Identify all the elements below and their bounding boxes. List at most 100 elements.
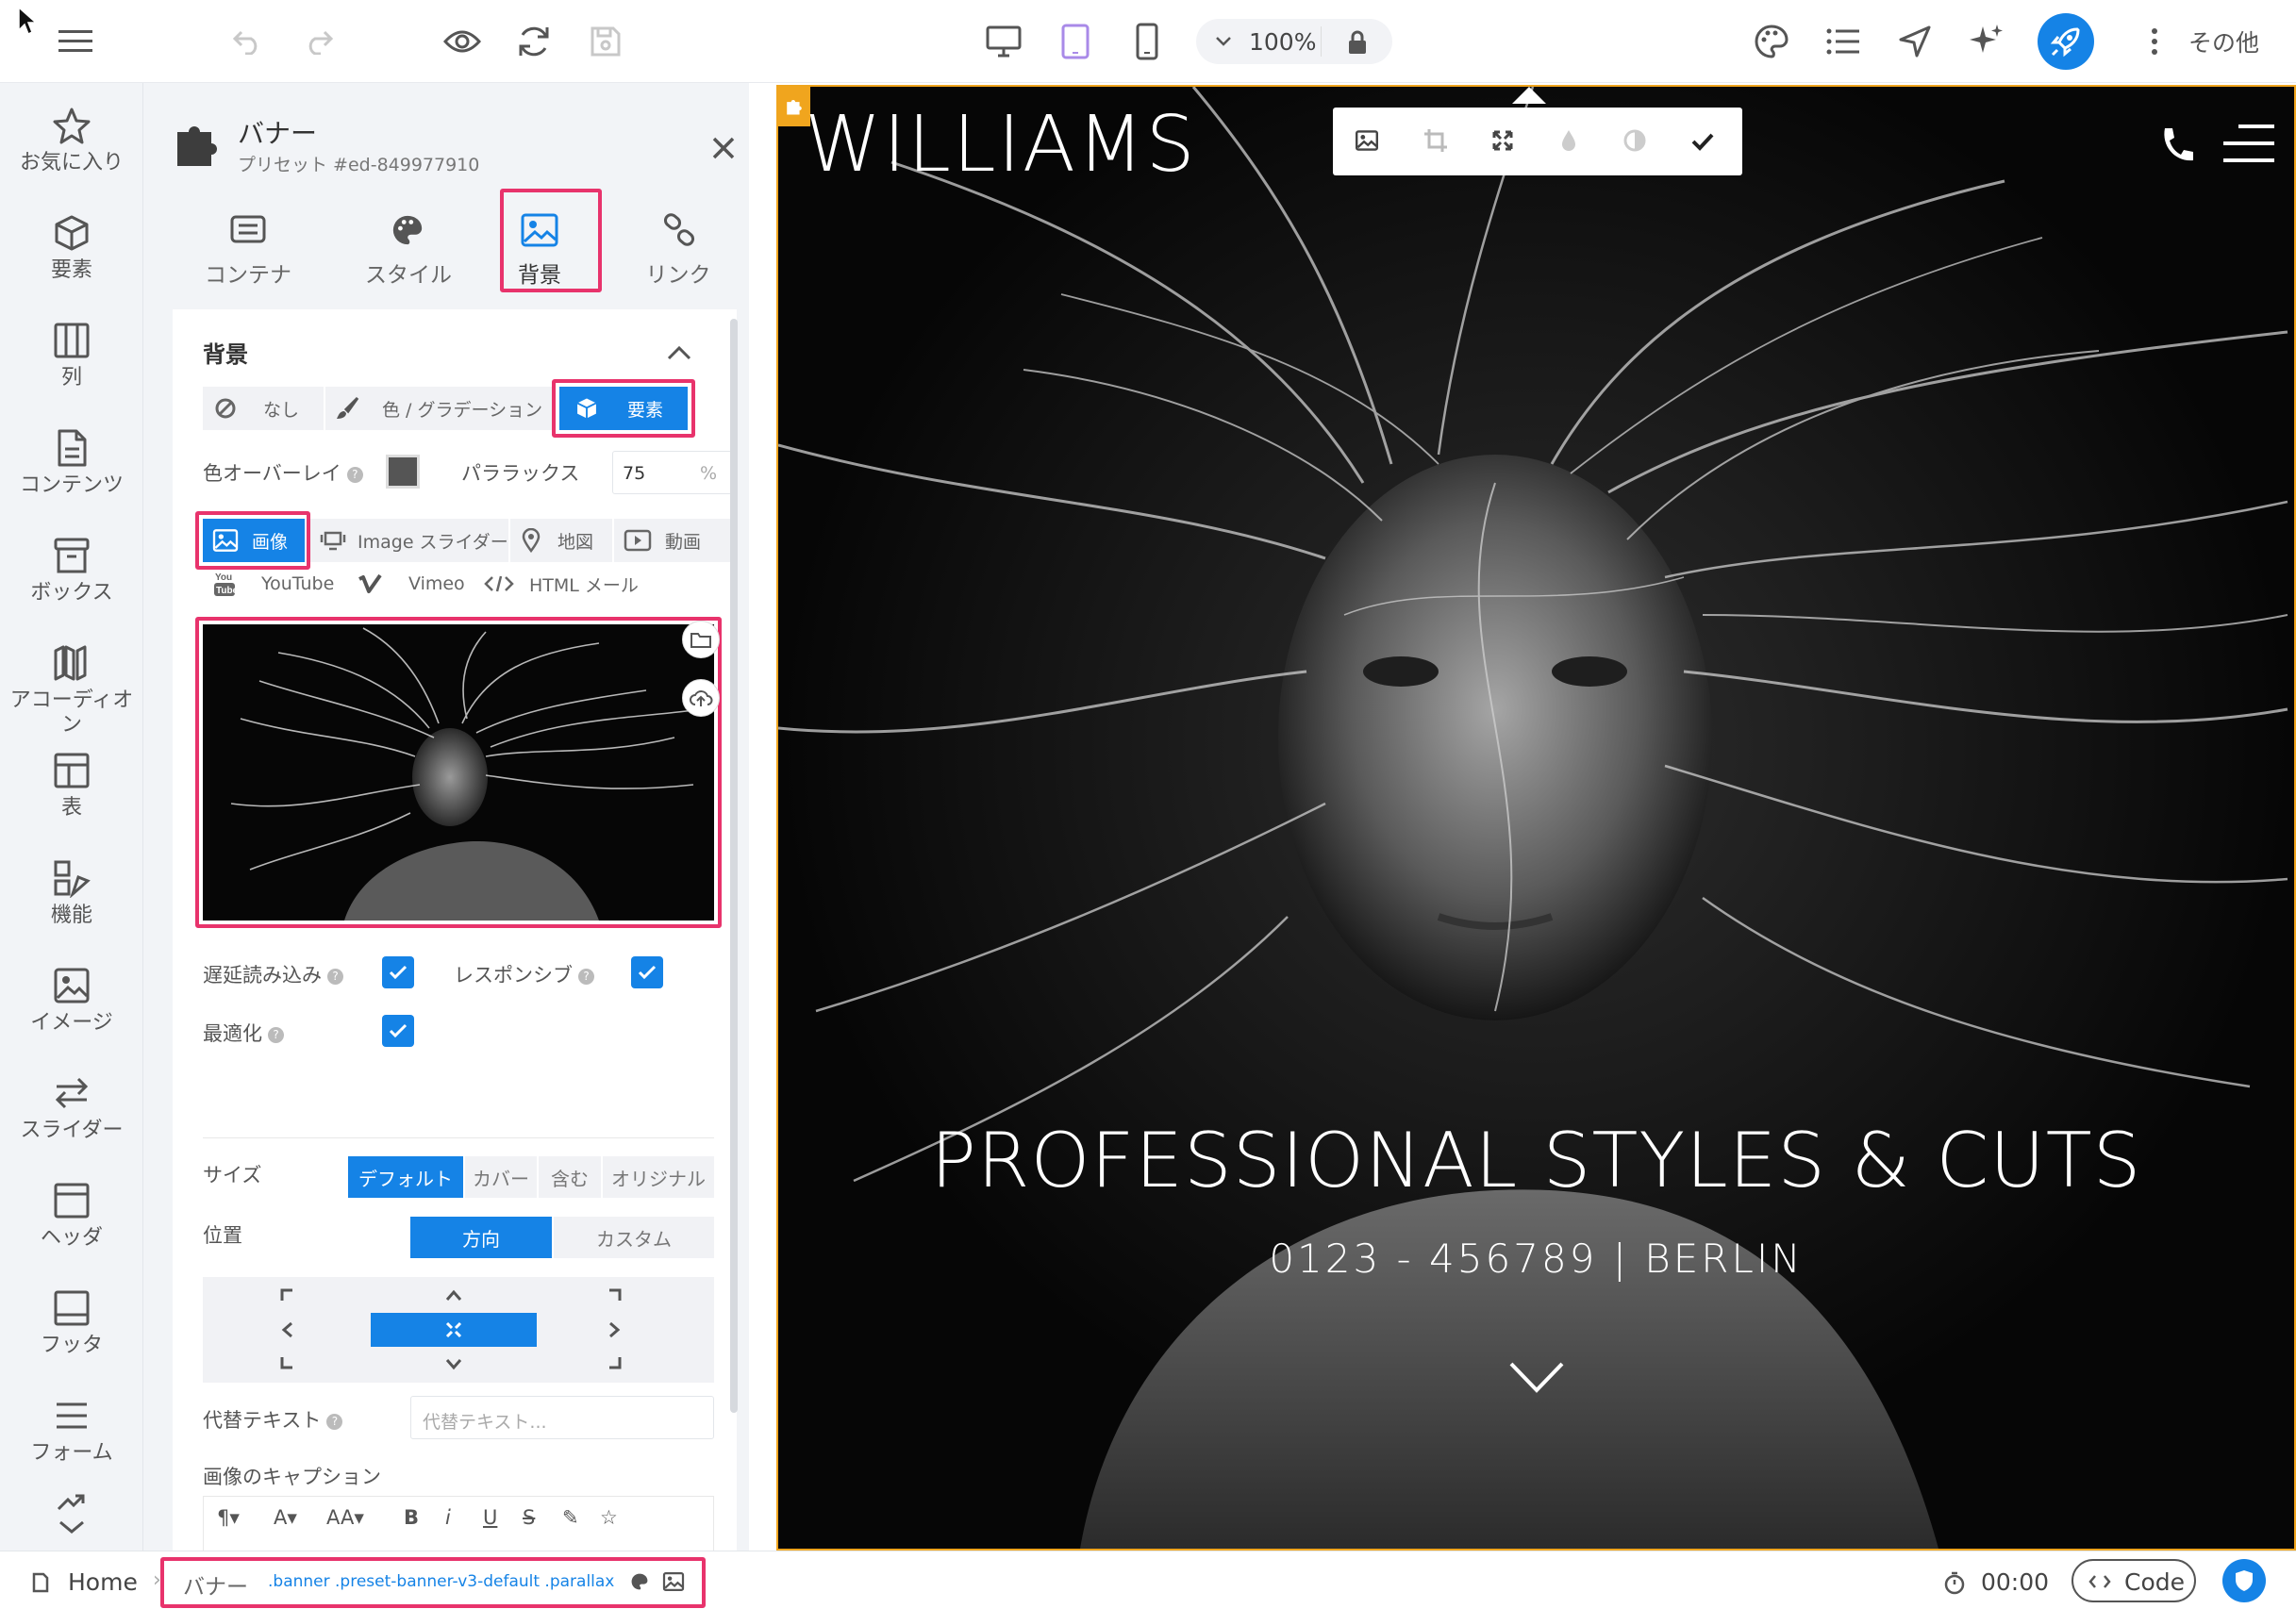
sidebar-item-header[interactable]: ヘッダ xyxy=(0,1175,143,1269)
code-button[interactable]: Code xyxy=(2071,1559,2196,1602)
redo-icon[interactable] xyxy=(298,21,340,62)
palette-icon[interactable] xyxy=(1751,21,1792,62)
sidebar-item-box[interactable]: ボックス xyxy=(0,530,143,624)
sidebar-item-elements[interactable]: 要素 xyxy=(0,207,143,302)
image-icon[interactable] xyxy=(1356,130,1378,151)
bold-icon[interactable]: B xyxy=(404,1506,419,1529)
lock-icon[interactable] xyxy=(1347,29,1368,55)
position-custom[interactable]: カスタム xyxy=(554,1217,714,1258)
tab-link[interactable]: リンク xyxy=(621,206,736,300)
media-type-youtube[interactable]: YouTube YouTube xyxy=(203,562,335,605)
size-default[interactable]: デフォルト xyxy=(348,1156,463,1198)
parallax-input[interactable]: 75 % xyxy=(612,451,733,494)
position-bottom-icon[interactable] xyxy=(444,1358,463,1371)
chevron-down-icon xyxy=(1216,37,1231,46)
position-top-right-icon[interactable] xyxy=(608,1288,622,1302)
size-cover[interactable]: カバー xyxy=(465,1156,537,1198)
tab-container[interactable]: コンテナ xyxy=(191,206,306,300)
media-type-slider[interactable]: Image スライダー xyxy=(310,519,508,562)
sparkle-ai-icon[interactable] xyxy=(1966,21,2007,62)
bg-type-color[interactable]: 色 / グラデーション xyxy=(325,387,552,430)
sidebar-item-favorites[interactable]: お気に入り xyxy=(0,100,143,194)
hero-subline[interactable]: 0123 - 456789 | BERLIN xyxy=(778,1236,2294,1282)
site-brand[interactable]: WILLIAMS xyxy=(805,100,1197,190)
text-size-icon[interactable]: AA▾ xyxy=(326,1506,364,1529)
desktop-view-icon[interactable] xyxy=(983,21,1024,62)
folder-icon xyxy=(690,633,711,648)
italic-icon[interactable]: i xyxy=(445,1506,451,1529)
media-type-map[interactable]: 地図 xyxy=(510,519,612,562)
form-icon xyxy=(57,1402,87,1429)
position-top-left-icon[interactable] xyxy=(280,1288,293,1302)
overlay-color-swatch[interactable] xyxy=(386,455,420,489)
sidebar-item-footer[interactable]: フッタ xyxy=(0,1283,143,1377)
bg-type-none[interactable]: なし xyxy=(203,387,324,430)
contrast-icon[interactable] xyxy=(1623,129,1646,152)
position-bottom-left-icon[interactable] xyxy=(280,1356,293,1369)
strikethrough-icon[interactable]: S xyxy=(523,1506,535,1529)
preview-eye-icon[interactable] xyxy=(441,21,483,62)
menu-icon[interactable] xyxy=(55,21,96,62)
breadcrumb-home[interactable]: Home xyxy=(68,1568,138,1596)
expand-icon[interactable] xyxy=(1491,129,1514,152)
publish-rocket-button[interactable] xyxy=(2038,13,2094,70)
sidebar-item-table[interactable]: 表 xyxy=(0,745,143,839)
optimize-checkbox[interactable] xyxy=(382,1015,414,1047)
lazy-load-checkbox[interactable] xyxy=(382,956,414,988)
special-chars-icon[interactable]: ☆ xyxy=(600,1506,618,1529)
sidebar-item-features[interactable]: 機能 xyxy=(0,853,143,947)
media-type-youtube-label: YouTube xyxy=(261,573,335,594)
undo-icon[interactable] xyxy=(226,21,268,62)
tab-style[interactable]: スタイル xyxy=(351,206,466,300)
sidebar-item-content[interactable]: コンテンツ xyxy=(0,423,143,517)
blur-drop-icon[interactable] xyxy=(1559,128,1578,153)
navigation-icon[interactable] xyxy=(1894,21,1936,62)
text-color-icon[interactable]: ✎ xyxy=(562,1506,579,1529)
alt-text-input[interactable]: 代替テキスト... xyxy=(410,1396,714,1439)
folder-button[interactable] xyxy=(682,621,720,658)
highlight-box xyxy=(500,189,602,292)
save-icon[interactable] xyxy=(585,21,626,62)
hero-headline[interactable]: PROFESSIONAL STYLES & CUTS xyxy=(778,1117,2294,1204)
sidebar-item-columns[interactable]: 列 xyxy=(0,315,143,409)
chevron-up-icon[interactable] xyxy=(667,345,691,360)
sidebar-item-form[interactable]: フォーム xyxy=(0,1390,143,1485)
hamburger-menu-icon[interactable] xyxy=(2221,123,2276,166)
position-top-icon[interactable] xyxy=(444,1288,463,1302)
responsive-checkbox[interactable] xyxy=(631,956,663,988)
sidebar-item-slider[interactable]: スライダー xyxy=(0,1068,143,1162)
refresh-icon[interactable] xyxy=(513,21,555,62)
close-icon[interactable] xyxy=(711,136,736,160)
more-vertical-icon[interactable] xyxy=(2134,21,2175,62)
mobile-view-icon[interactable] xyxy=(1126,21,1168,62)
sidebar-item-image[interactable]: イメージ xyxy=(0,960,143,1054)
media-type-video[interactable]: 動画 xyxy=(614,519,733,562)
font-size-icon[interactable]: A▾ xyxy=(274,1506,297,1529)
underline-icon[interactable]: U xyxy=(483,1506,497,1529)
phone-icon[interactable] xyxy=(2157,124,2195,166)
svg-text:You: You xyxy=(215,572,232,583)
crop-icon[interactable] xyxy=(1423,128,1448,153)
media-type-vimeo[interactable]: Vimeo xyxy=(339,562,471,605)
sidebar-more-chevron-icon[interactable] xyxy=(53,1490,91,1537)
sidebar-item-accordion[interactable]: アコーディオン xyxy=(0,638,143,741)
security-shield-button[interactable] xyxy=(2222,1559,2266,1602)
upload-button[interactable] xyxy=(682,679,720,717)
panel-scrollbar[interactable] xyxy=(730,319,738,1413)
check-icon[interactable] xyxy=(1691,132,1714,151)
position-direction[interactable]: 方向 xyxy=(410,1217,552,1258)
position-left-icon[interactable] xyxy=(280,1320,293,1339)
position-center[interactable] xyxy=(371,1313,537,1347)
position-right-icon[interactable] xyxy=(608,1320,622,1339)
list-icon[interactable] xyxy=(1822,21,1864,62)
paragraph-format-icon[interactable]: ¶▾ xyxy=(217,1506,240,1529)
zoom-control[interactable]: 100% xyxy=(1196,19,1392,64)
media-type-html[interactable]: HTML メール xyxy=(474,562,663,605)
more-label[interactable]: その他 xyxy=(2188,25,2259,58)
tablet-view-icon[interactable] xyxy=(1055,21,1096,62)
help-icon: ? xyxy=(578,968,594,985)
scroll-down-chevron-icon[interactable] xyxy=(1508,1360,1565,1396)
size-contain[interactable]: 含む xyxy=(539,1156,601,1198)
size-original[interactable]: オリジナル xyxy=(603,1156,714,1198)
position-bottom-right-icon[interactable] xyxy=(608,1356,622,1369)
